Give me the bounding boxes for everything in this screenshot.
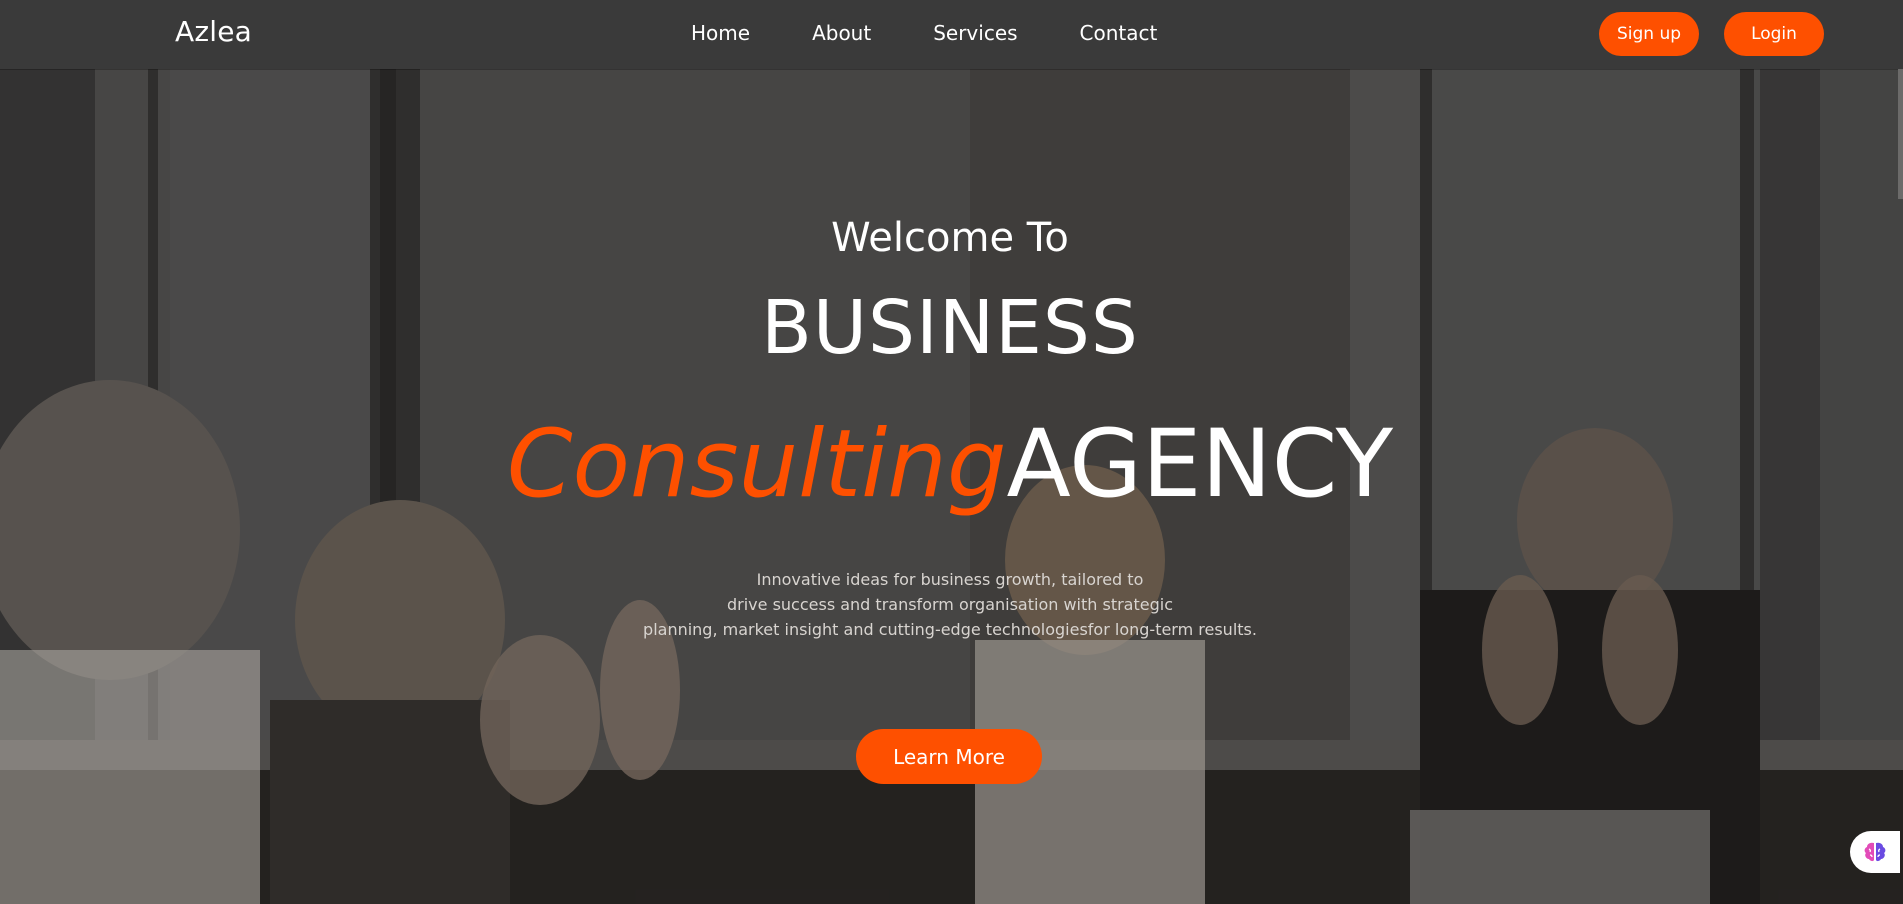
nav-links: Home About Services Contact bbox=[691, 21, 1157, 45]
hero-tagline-line: planning, market insight and cutting-edg… bbox=[643, 620, 1257, 639]
hero-business-heading: BUSINESS bbox=[761, 285, 1139, 371]
nav-link-contact[interactable]: Contact bbox=[1080, 21, 1158, 45]
hero-headline-accent: Consulting bbox=[506, 410, 1007, 519]
hero-tagline-line: drive success and transform organisation… bbox=[726, 595, 1173, 614]
hero-headline-rest: AGENCY bbox=[1006, 410, 1394, 519]
signup-button[interactable]: Sign up bbox=[1599, 12, 1699, 56]
top-navbar: Azlea Home About Services Contact Sign u… bbox=[0, 0, 1903, 69]
hero-welcome-text: Welcome To bbox=[831, 215, 1069, 261]
nav-link-services[interactable]: Services bbox=[933, 21, 1017, 45]
page-scrollbar-thumb[interactable] bbox=[1898, 69, 1903, 199]
learn-more-button[interactable]: Learn More bbox=[856, 729, 1042, 784]
hero-tagline: Innovative ideas for business growth, ta… bbox=[0, 567, 1900, 642]
hero-section: Welcome To BUSINESS ConsultingAGENCY Inn… bbox=[0, 0, 1903, 904]
hero-headline: ConsultingAGENCY bbox=[0, 410, 1900, 520]
brain-icon bbox=[1864, 842, 1886, 862]
login-button[interactable]: Login bbox=[1724, 12, 1824, 56]
brand-logo[interactable]: Azlea bbox=[175, 15, 252, 48]
nav-link-home[interactable]: Home bbox=[691, 21, 750, 45]
assistant-widget-button[interactable] bbox=[1850, 831, 1900, 873]
nav-link-about[interactable]: About bbox=[812, 21, 871, 45]
hero-tagline-line: Innovative ideas for business growth, ta… bbox=[756, 570, 1144, 589]
landing-page: Azlea Home About Services Contact Sign u… bbox=[0, 0, 1903, 904]
